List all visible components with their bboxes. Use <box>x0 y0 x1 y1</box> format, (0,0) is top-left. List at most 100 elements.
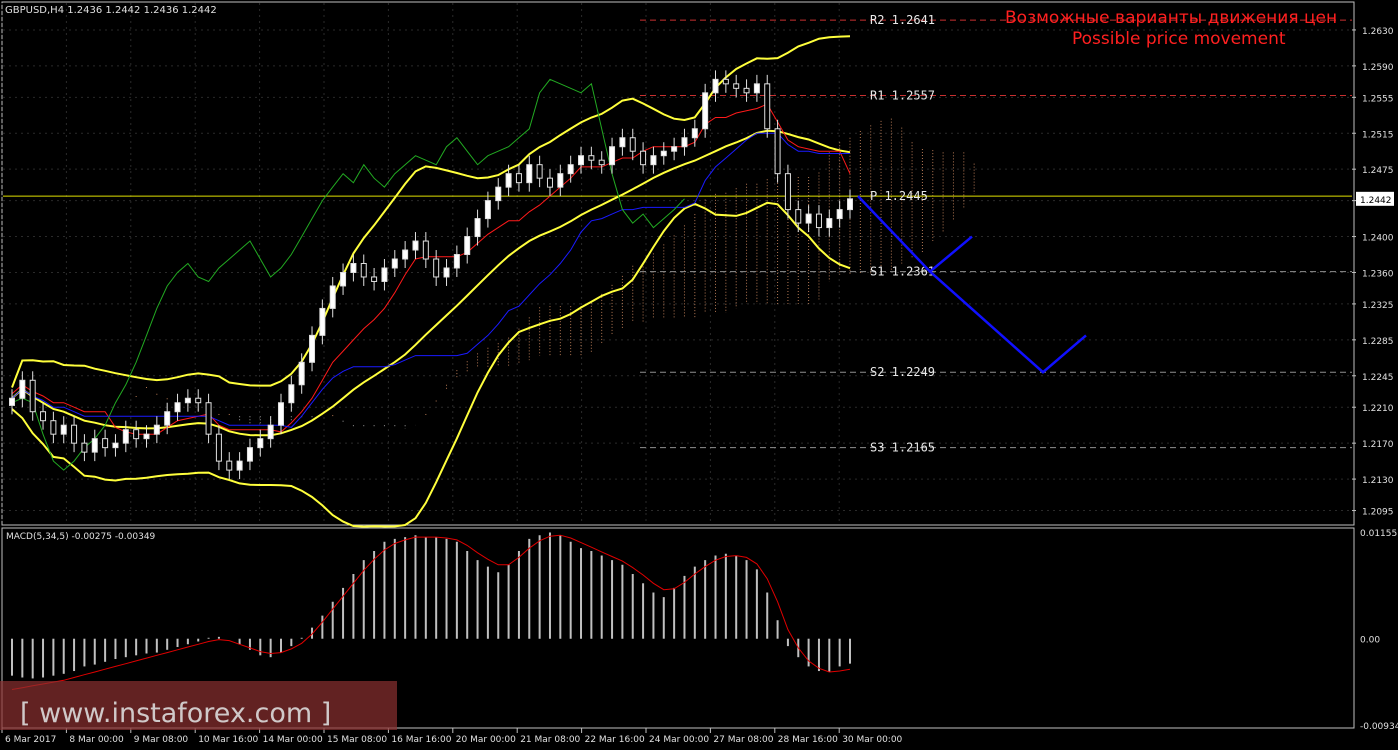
candle-body <box>753 83 760 94</box>
candle-body <box>567 164 574 175</box>
candle-body <box>40 411 47 422</box>
candle-body <box>546 177 553 188</box>
candle-body <box>557 173 564 188</box>
candle-body <box>422 240 429 260</box>
candle-body <box>360 263 367 278</box>
candle-body <box>9 397 15 406</box>
candle-body <box>277 402 284 426</box>
x-tick-label: 30 Mar 00:00 <box>842 735 902 745</box>
y-tick-label: 1.2515 <box>1362 130 1394 140</box>
price-chart: R2 1.2641R1 1.2557P 1.2445S1 1.2361S2 1.… <box>0 0 1398 750</box>
candle-body <box>743 87 750 94</box>
candle-body <box>402 249 409 260</box>
level-label: S3 1.2165 <box>870 441 935 455</box>
candle-body <box>515 173 522 184</box>
candle-body <box>536 164 543 179</box>
level-label: P 1.2445 <box>870 189 928 203</box>
candle-body <box>350 263 357 273</box>
annotation-title-ru: Возможные варианты движения цен <box>1005 8 1337 28</box>
x-tick-label: 8 Mar 00:00 <box>69 735 124 745</box>
x-tick-label: 16 Mar 16:00 <box>391 735 451 745</box>
candle-body <box>826 218 833 229</box>
candle-body <box>629 137 636 152</box>
annotation-title-en: Possible price movement <box>1072 29 1286 49</box>
candle-body <box>702 92 709 130</box>
candle-body <box>640 150 647 166</box>
candle-body <box>236 460 243 471</box>
candle-body <box>660 150 667 157</box>
candle-body <box>164 411 171 426</box>
y-tick-label: 1.2325 <box>1362 301 1394 311</box>
candle-body <box>122 429 129 444</box>
macd-tick-label: -0.00934 <box>1360 722 1398 732</box>
candle-body <box>609 146 616 166</box>
candle-body <box>340 271 347 287</box>
candle-body <box>143 433 150 440</box>
candle-body <box>371 276 378 282</box>
y-tick-label: 1.2210 <box>1362 404 1394 414</box>
candle-body <box>267 424 274 440</box>
candle-body <box>246 447 253 462</box>
candle-body <box>391 258 398 269</box>
candle-body <box>443 267 450 278</box>
candle-body <box>381 267 388 282</box>
candle-body <box>474 218 481 238</box>
candle-body <box>526 164 533 184</box>
x-tick-label: 14 Mar 00:00 <box>263 735 323 745</box>
candle-body <box>764 83 771 130</box>
candle-body <box>815 213 822 229</box>
candle-body <box>722 78 729 85</box>
candle-body <box>484 200 491 220</box>
y-tick-label: 1.2630 <box>1362 27 1394 37</box>
candle-body <box>774 128 781 175</box>
y-tick-label: 1.2475 <box>1362 166 1394 176</box>
macd-tick-label: 0.00 <box>1360 636 1380 646</box>
candle-body <box>712 78 719 94</box>
candle-body <box>60 424 67 435</box>
candle-body <box>650 155 657 166</box>
candle-body <box>453 254 460 269</box>
candle-body <box>619 137 626 148</box>
level-label: R2 1.2641 <box>870 13 935 27</box>
watermark: [ www.instaforex.com ] <box>0 681 397 730</box>
candle-body <box>257 438 264 449</box>
candle-body <box>215 433 222 462</box>
y-tick-label: 1.2555 <box>1362 94 1394 104</box>
y-tick-label: 1.2130 <box>1362 476 1394 486</box>
candle-body <box>495 186 502 202</box>
candle-body <box>836 209 843 220</box>
candle-body <box>102 438 109 449</box>
x-tick-label: 6 Mar 2017 <box>5 735 56 745</box>
candle-body <box>733 83 740 89</box>
candle-body <box>319 307 326 336</box>
macd-tick-label: 0.01155 <box>1360 529 1397 539</box>
x-tick-label: 27 Mar 08:00 <box>713 735 773 745</box>
y-tick-label: 1.2400 <box>1362 234 1394 244</box>
y-tick-label: 1.2095 <box>1362 508 1394 518</box>
candle-body <box>671 146 678 152</box>
candle-body <box>588 155 595 161</box>
candle-body <box>309 334 316 363</box>
candle-body <box>195 397 202 404</box>
candle-body <box>19 379 26 399</box>
candle-body <box>691 128 698 139</box>
level-label: S2 1.2249 <box>870 365 935 379</box>
candle-body <box>71 424 78 444</box>
candle-body <box>681 137 688 148</box>
macd-header: MACD(5,34,5) -0.00275 -0.00349 <box>6 532 156 542</box>
symbol-header: GBPUSD,H4 1.2436 1.2442 1.2436 1.2442 <box>5 5 217 16</box>
x-tick-label: 28 Mar 16:00 <box>778 735 838 745</box>
candle-body <box>81 442 88 453</box>
y-tick-label: 1.2285 <box>1362 337 1394 347</box>
x-tick-label: 24 Mar 00:00 <box>649 735 709 745</box>
candle-body <box>784 173 791 211</box>
y-tick-label: 1.2360 <box>1362 269 1394 279</box>
candle-body <box>505 173 512 188</box>
candle-body <box>433 258 440 278</box>
candle-body <box>29 379 36 413</box>
candle-body <box>298 361 305 386</box>
x-tick-label: 22 Mar 16:00 <box>585 735 645 745</box>
current-price-label: 1.2442 <box>1360 196 1392 206</box>
candle-body <box>329 285 336 309</box>
y-tick-label: 1.2170 <box>1362 440 1394 450</box>
